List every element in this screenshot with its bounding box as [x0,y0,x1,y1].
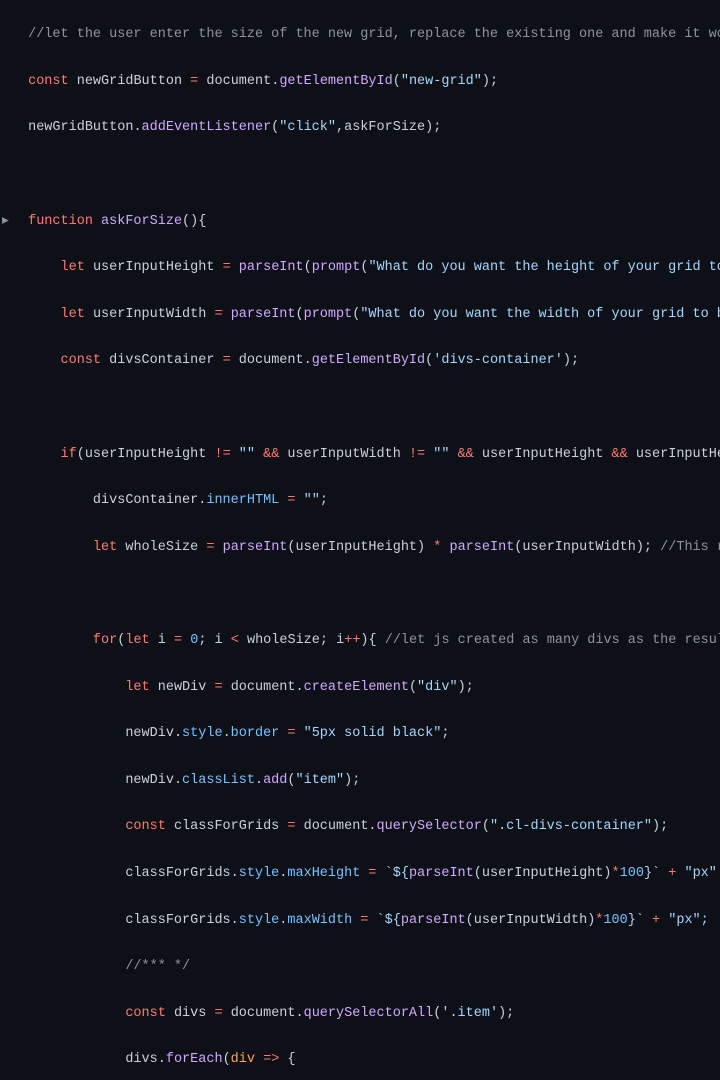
code-line: let wholeSize = parseInt(userInputHeight… [20,536,720,559]
code-line [20,396,720,419]
code-line [20,163,720,186]
code-line: divs.forEach(div => { [20,1048,720,1071]
comment: //let the user enter the size of the new… [28,27,720,42]
code-line: let userInputWidth = parseInt(prompt("Wh… [20,303,720,326]
code-line: ▸ function askForSize(){ [20,210,720,233]
code-line: const classForGrids = document.querySele… [20,815,720,838]
code-line: if(userInputHeight != "" && userInputWid… [20,443,720,466]
code-line: //*** */ [20,955,720,978]
code-line: //let the user enter the size of the new… [20,23,720,46]
code-line: newGridButton.addEventListener("click",a… [20,116,720,139]
code-editor[interactable]: //let the user enter the size of the new… [0,0,720,1080]
code-line: divsContainer.innerHTML = ""; [20,489,720,512]
code-line: const divs = document.querySelectorAll('… [20,1002,720,1025]
fold-caret-icon[interactable]: ▸ [2,210,9,233]
code-line: let userInputHeight = parseInt(prompt("W… [20,256,720,279]
code-line: newDiv.classList.add("item"); [20,769,720,792]
code-line: classForGrids.style.maxHeight = `${parse… [20,862,720,885]
code-line [20,582,720,605]
code-line: newDiv.style.border = "5px solid black"; [20,722,720,745]
code-line: const divsContainer = document.getElemen… [20,349,720,372]
code-line: for(let i = 0; i < wholeSize; i++){ //le… [20,629,720,652]
code-line: let newDiv = document.createElement("div… [20,676,720,699]
code-line: classForGrids.style.maxWidth = `${parseI… [20,909,720,932]
code-line: const newGridButton = document.getElemen… [20,70,720,93]
